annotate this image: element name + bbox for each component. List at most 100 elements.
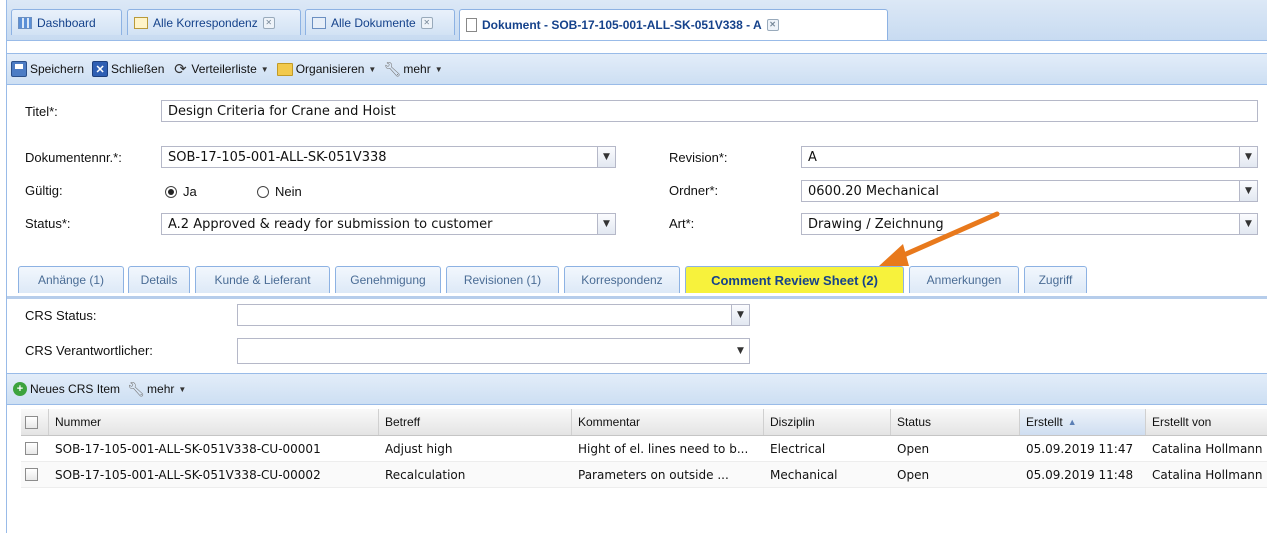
row-checkbox[interactable] [21, 462, 49, 487]
status-combo[interactable]: A.2 Approved & ready for submission to c… [161, 213, 616, 235]
tab-kunde-lieferant[interactable]: Kunde & Lieferant [195, 266, 330, 293]
tab-label: Alle Korrespondenz [153, 15, 258, 30]
document-number-combo[interactable]: SOB-17-105-001-ALL-SK-051V338 ▼ [161, 146, 616, 168]
valid-yes-radio[interactable]: Ja [165, 184, 197, 199]
mail-icon [134, 16, 148, 29]
table-row[interactable]: SOB-17-105-001-ALL-SK-051V338-CU-00001 A… [21, 436, 1267, 462]
cell-betreff: Adjust high [385, 441, 453, 456]
close-icon[interactable]: ✕ [420, 16, 433, 29]
tab-dashboard[interactable]: Dashboard [11, 9, 122, 35]
organize-button[interactable]: Organisieren ▼ [276, 62, 377, 76]
column-header-erstellt-von[interactable]: Erstellt von [1146, 409, 1267, 435]
radio-checked-icon [165, 185, 177, 198]
chevron-down-icon[interactable]: ▼ [597, 214, 615, 234]
table-row[interactable]: SOB-17-105-001-ALL-SK-051V338-CU-00002 R… [21, 462, 1267, 488]
crs-owner-combo[interactable]: ▼ [237, 338, 750, 364]
wrench-icon: 🔧︎ [383, 60, 402, 77]
dashboard-icon [18, 16, 32, 29]
tab-details[interactable]: Details [128, 266, 190, 293]
radio-unchecked-icon [257, 185, 269, 198]
tab-genehmigung[interactable]: Genehmigung [335, 266, 441, 293]
save-icon [11, 61, 27, 77]
column-header-erstellt[interactable]: Erstellt ▲ [1020, 409, 1146, 435]
close-x-icon: ✕ [92, 61, 109, 77]
chevron-down-icon: ▼ [368, 64, 377, 74]
app-window: Dashboard Alle Korrespondenz ✕ Alle Doku… [6, 0, 1267, 533]
chevron-down-icon[interactable]: ▼ [732, 339, 749, 363]
folder-value: 0600.20 Mechanical [808, 184, 940, 199]
chevron-down-icon[interactable]: ▼ [731, 305, 749, 325]
close-icon[interactable]: ✕ [766, 19, 779, 31]
cell-erstellt: 05.09.2019 11:47 [1026, 441, 1134, 456]
detail-tab-bar: Anhänge (1) Details Kunde & Lieferant Ge… [7, 262, 1267, 299]
documents-icon [312, 16, 326, 29]
crs-grid-toolbar: + Neues CRS Item 🔧︎ mehr ▼ [7, 373, 1267, 405]
save-button[interactable]: Speichern [11, 61, 84, 77]
cell-disziplin: Mechanical [770, 467, 838, 482]
chevron-down-icon: ▼ [434, 64, 443, 74]
tab-dokument[interactable]: Dokument - SOB-17-105-001-ALL-SK-051V338… [459, 9, 888, 40]
document-tab-bar: Dashboard Alle Korrespondenz ✕ Alle Doku… [7, 0, 1267, 41]
tab-korrespondenz[interactable]: Korrespondenz [564, 266, 680, 293]
tab-label: Dokument - SOB-17-105-001-ALL-SK-051V338… [482, 18, 762, 32]
folder-label: Ordner*: [669, 183, 719, 198]
more-button[interactable]: 🔧︎ mehr ▼ [383, 60, 443, 77]
status-value: A.2 Approved & ready for submission to c… [168, 217, 493, 232]
tab-zugriff[interactable]: Zugriff [1024, 266, 1087, 293]
close-icon[interactable]: ✕ [262, 16, 275, 29]
chevron-down-icon[interactable]: ▼ [1239, 214, 1257, 234]
grid-more-button[interactable]: 🔧︎ mehr ▼ [127, 381, 187, 397]
document-number-label: Dokumentennr.*: [25, 150, 122, 165]
cell-status: Open [897, 441, 930, 456]
revision-label: Revision*: [669, 150, 728, 165]
tab-revisionen[interactable]: Revisionen (1) [446, 266, 559, 293]
column-header-nummer[interactable]: Nummer [49, 409, 379, 435]
tab-label: Alle Dokumente [331, 15, 416, 30]
chevron-down-icon: ▼ [178, 384, 187, 394]
cell-kommentar: Parameters on outside ... [578, 467, 729, 482]
cell-status: Open [897, 467, 930, 482]
chevron-down-icon[interactable]: ▼ [1239, 147, 1257, 167]
column-header-betreff[interactable]: Betreff [379, 409, 572, 435]
type-label: Art*: [669, 216, 695, 231]
add-icon: + [13, 382, 27, 396]
title-field[interactable]: Design Criteria for Crane and Hoist [161, 100, 1258, 122]
select-all-checkbox[interactable] [21, 409, 49, 435]
chevron-down-icon[interactable]: ▼ [1239, 181, 1257, 201]
tab-alle-korrespondenz[interactable]: Alle Korrespondenz ✕ [127, 9, 301, 35]
cell-nummer: SOB-17-105-001-ALL-SK-051V338-CU-00002 [55, 467, 321, 482]
grid-header: Nummer Betreff Kommentar Disziplin Statu… [21, 409, 1267, 436]
revision-combo[interactable]: A ▼ [801, 146, 1258, 168]
tab-label: Dashboard [37, 15, 96, 30]
tab-alle-dokumente[interactable]: Alle Dokumente ✕ [305, 9, 455, 35]
cell-erstellt-von: Catalina Hollmann [1152, 467, 1263, 482]
cell-nummer: SOB-17-105-001-ALL-SK-051V338-CU-00001 [55, 441, 321, 456]
chevron-down-icon[interactable]: ▼ [597, 147, 615, 167]
refresh-icon: ⟳ [174, 61, 187, 78]
tab-anhaenge[interactable]: Anhänge (1) [18, 266, 124, 293]
document-toolbar: Speichern ✕ Schließen ⟳ Verteilerliste ▼… [7, 53, 1267, 85]
valid-no-radio[interactable]: Nein [257, 184, 302, 199]
document-number-value: SOB-17-105-001-ALL-SK-051V338 [168, 150, 387, 165]
sort-asc-icon: ▲ [1067, 417, 1077, 427]
new-crs-item-button[interactable]: + Neues CRS Item [13, 382, 120, 396]
column-header-status[interactable]: Status [891, 409, 1020, 435]
close-button[interactable]: ✕ Schließen [92, 61, 164, 77]
column-header-disziplin[interactable]: Disziplin [764, 409, 891, 435]
valid-label: Gültig: [25, 183, 63, 198]
cell-erstellt: 05.09.2019 11:48 [1026, 467, 1134, 482]
column-header-kommentar[interactable]: Kommentar [572, 409, 764, 435]
folder-combo[interactable]: 0600.20 Mechanical ▼ [801, 180, 1258, 202]
document-icon [466, 18, 477, 32]
annotation-arrow-icon [879, 211, 1000, 266]
title-label: Titel*: [25, 104, 58, 119]
row-checkbox[interactable] [21, 436, 49, 461]
distribution-list-button[interactable]: ⟳ Verteilerliste ▼ [172, 61, 269, 78]
cell-erstellt-von: Catalina Hollmann [1152, 441, 1263, 456]
revision-value: A [808, 150, 817, 165]
chevron-down-icon: ▼ [260, 64, 269, 74]
crs-owner-label: CRS Verantwortlicher: [25, 343, 153, 358]
cell-kommentar: Hight of el. lines need to b... [578, 441, 749, 456]
crs-status-combo[interactable]: ▼ [237, 304, 750, 326]
crs-status-label: CRS Status: [25, 308, 97, 323]
